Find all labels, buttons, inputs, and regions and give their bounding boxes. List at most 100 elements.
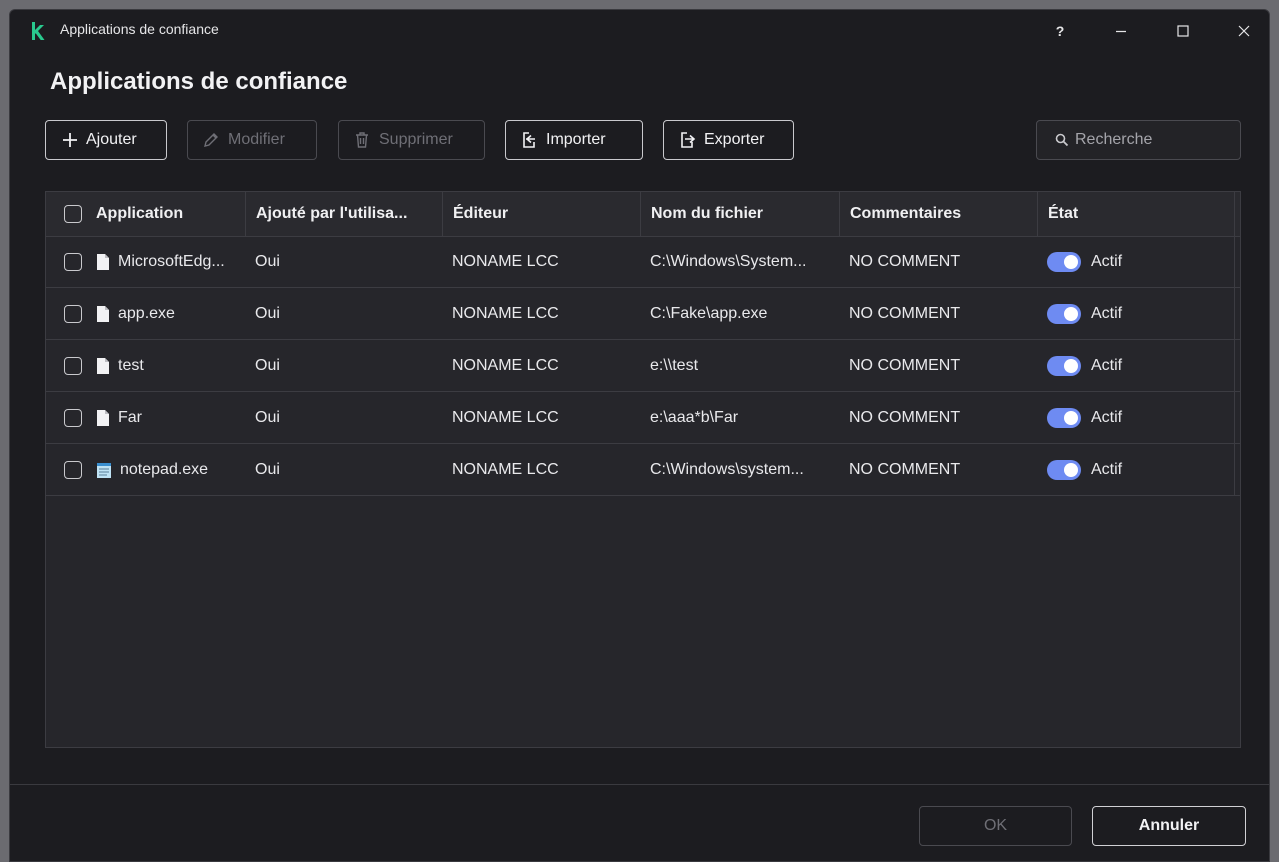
cell-filename: e:\aaa*b\Far	[650, 408, 739, 426]
cell-state: Actif	[1037, 288, 1235, 339]
cell-comment: NO COMMENT	[849, 252, 961, 270]
export-icon	[681, 132, 696, 148]
trusted-apps-window: Applications de confiance ? Applications…	[9, 9, 1270, 862]
select-all-checkbox[interactable]	[64, 205, 82, 223]
cell-publisher: NONAME LCC	[452, 408, 559, 426]
cell-filename: e:\\test	[650, 356, 699, 374]
column-header-state[interactable]: État	[1037, 192, 1235, 236]
state-label: Actif	[1091, 304, 1123, 322]
dialog-footer: OK Annuler	[10, 784, 1269, 861]
application-name: test	[118, 356, 144, 374]
cell-filename: C:\Windows\System...	[650, 252, 807, 270]
close-button[interactable]	[1221, 16, 1267, 46]
search-icon	[1055, 133, 1069, 147]
state-label: Actif	[1091, 252, 1123, 270]
cell-publisher: NONAME LCC	[452, 356, 559, 374]
maximize-button[interactable]	[1160, 16, 1206, 46]
table-row[interactable]: notepad.exe Oui NONAME LCC C:\Windows\sy…	[46, 444, 1240, 496]
page-title: Applications de confiance	[50, 68, 348, 95]
column-header-filename[interactable]: Nom du fichier	[640, 192, 839, 236]
state-toggle[interactable]	[1047, 251, 1081, 272]
ok-button[interactable]: OK	[919, 806, 1072, 846]
trusted-apps-table: Application Ajouté par l'utilisa... Édit…	[45, 191, 1241, 748]
help-button[interactable]: ?	[1037, 16, 1083, 46]
cell-application: test	[46, 340, 245, 391]
table-row[interactable]: test Oui NONAME LCC e:\\test NO COMMENT …	[46, 340, 1240, 392]
cell-comment: NO COMMENT	[849, 304, 961, 322]
title-bar[interactable]: Applications de confiance ?	[10, 10, 1269, 50]
table-row[interactable]: Far Oui NONAME LCC e:\aaa*b\Far NO COMME…	[46, 392, 1240, 444]
state-toggle[interactable]	[1047, 459, 1081, 480]
file-icon	[97, 305, 109, 322]
column-header-label: Application	[96, 205, 184, 222]
notepad-icon	[97, 462, 111, 478]
file-icon	[97, 357, 109, 374]
cell-state: Actif	[1037, 236, 1235, 287]
row-checkbox[interactable]	[64, 408, 82, 427]
cell-state: Actif	[1037, 444, 1235, 495]
table-header: Application Ajouté par l'utilisa... Édit…	[46, 192, 1240, 237]
kaspersky-logo-icon	[32, 22, 45, 40]
cell-added-by-user: Oui	[255, 408, 280, 426]
file-icon	[97, 409, 109, 426]
cell-application: MicrosoftEdg...	[46, 236, 245, 287]
application-name: notepad.exe	[120, 460, 209, 478]
state-toggle[interactable]	[1047, 407, 1081, 428]
add-button-label: Ajouter	[86, 131, 137, 148]
add-button[interactable]: Ajouter	[45, 120, 167, 160]
cell-comment: NO COMMENT	[849, 356, 961, 374]
cell-publisher: NONAME LCC	[452, 252, 559, 270]
trash-icon	[356, 132, 368, 148]
cell-added-by-user: Oui	[255, 460, 280, 478]
maximize-icon	[1177, 25, 1189, 37]
window-title: Applications de confiance	[60, 21, 219, 37]
column-header-comments[interactable]: Commentaires	[839, 192, 1037, 236]
state-label: Actif	[1091, 356, 1123, 374]
cell-state: Actif	[1037, 340, 1235, 391]
cell-state: Actif	[1037, 392, 1235, 443]
column-header-publisher[interactable]: Éditeur	[442, 192, 640, 236]
close-icon	[1238, 25, 1250, 37]
application-name: app.exe	[118, 304, 175, 322]
column-header-added-by-user[interactable]: Ajouté par l'utilisa...	[245, 192, 442, 236]
cell-publisher: NONAME LCC	[452, 304, 559, 322]
pencil-icon	[204, 133, 218, 147]
application-name: Far	[118, 408, 142, 426]
export-button[interactable]: Exporter	[663, 120, 794, 160]
export-button-label: Exporter	[704, 131, 765, 148]
cell-filename: C:\Windows\system...	[650, 460, 804, 478]
cell-added-by-user: Oui	[255, 356, 280, 374]
search-box[interactable]	[1036, 120, 1241, 160]
edit-button[interactable]: Modifier	[187, 120, 317, 160]
cell-comment: NO COMMENT	[849, 408, 961, 426]
state-toggle[interactable]	[1047, 355, 1081, 376]
import-button-label: Importer	[546, 131, 606, 148]
cell-added-by-user: Oui	[255, 304, 280, 322]
table-row[interactable]: MicrosoftEdg... Oui NONAME LCC C:\Window…	[46, 236, 1240, 288]
cancel-button[interactable]: Annuler	[1092, 806, 1246, 846]
search-input[interactable]	[1075, 131, 1235, 149]
cell-application: Far	[46, 392, 245, 443]
cell-added-by-user: Oui	[255, 252, 280, 270]
state-toggle[interactable]	[1047, 303, 1081, 324]
cell-application: notepad.exe	[46, 444, 245, 495]
import-icon	[523, 132, 535, 148]
cell-filename: C:\Fake\app.exe	[650, 304, 768, 322]
cell-application: app.exe	[46, 288, 245, 339]
delete-button[interactable]: Supprimer	[338, 120, 485, 160]
row-checkbox[interactable]	[64, 252, 82, 271]
row-checkbox[interactable]	[64, 460, 82, 479]
cell-publisher: NONAME LCC	[452, 460, 559, 478]
minimize-icon	[1116, 30, 1126, 33]
table-row[interactable]: app.exe Oui NONAME LCC C:\Fake\app.exe N…	[46, 288, 1240, 340]
import-button[interactable]: Importer	[505, 120, 643, 160]
plus-icon	[63, 133, 77, 147]
column-header-application[interactable]: Application	[46, 192, 245, 236]
cell-comment: NO COMMENT	[849, 460, 961, 478]
minimize-button[interactable]	[1098, 16, 1144, 46]
row-checkbox[interactable]	[64, 356, 82, 375]
row-checkbox[interactable]	[64, 304, 82, 323]
state-label: Actif	[1091, 408, 1123, 426]
application-name: MicrosoftEdg...	[118, 252, 225, 270]
file-icon	[97, 253, 109, 270]
